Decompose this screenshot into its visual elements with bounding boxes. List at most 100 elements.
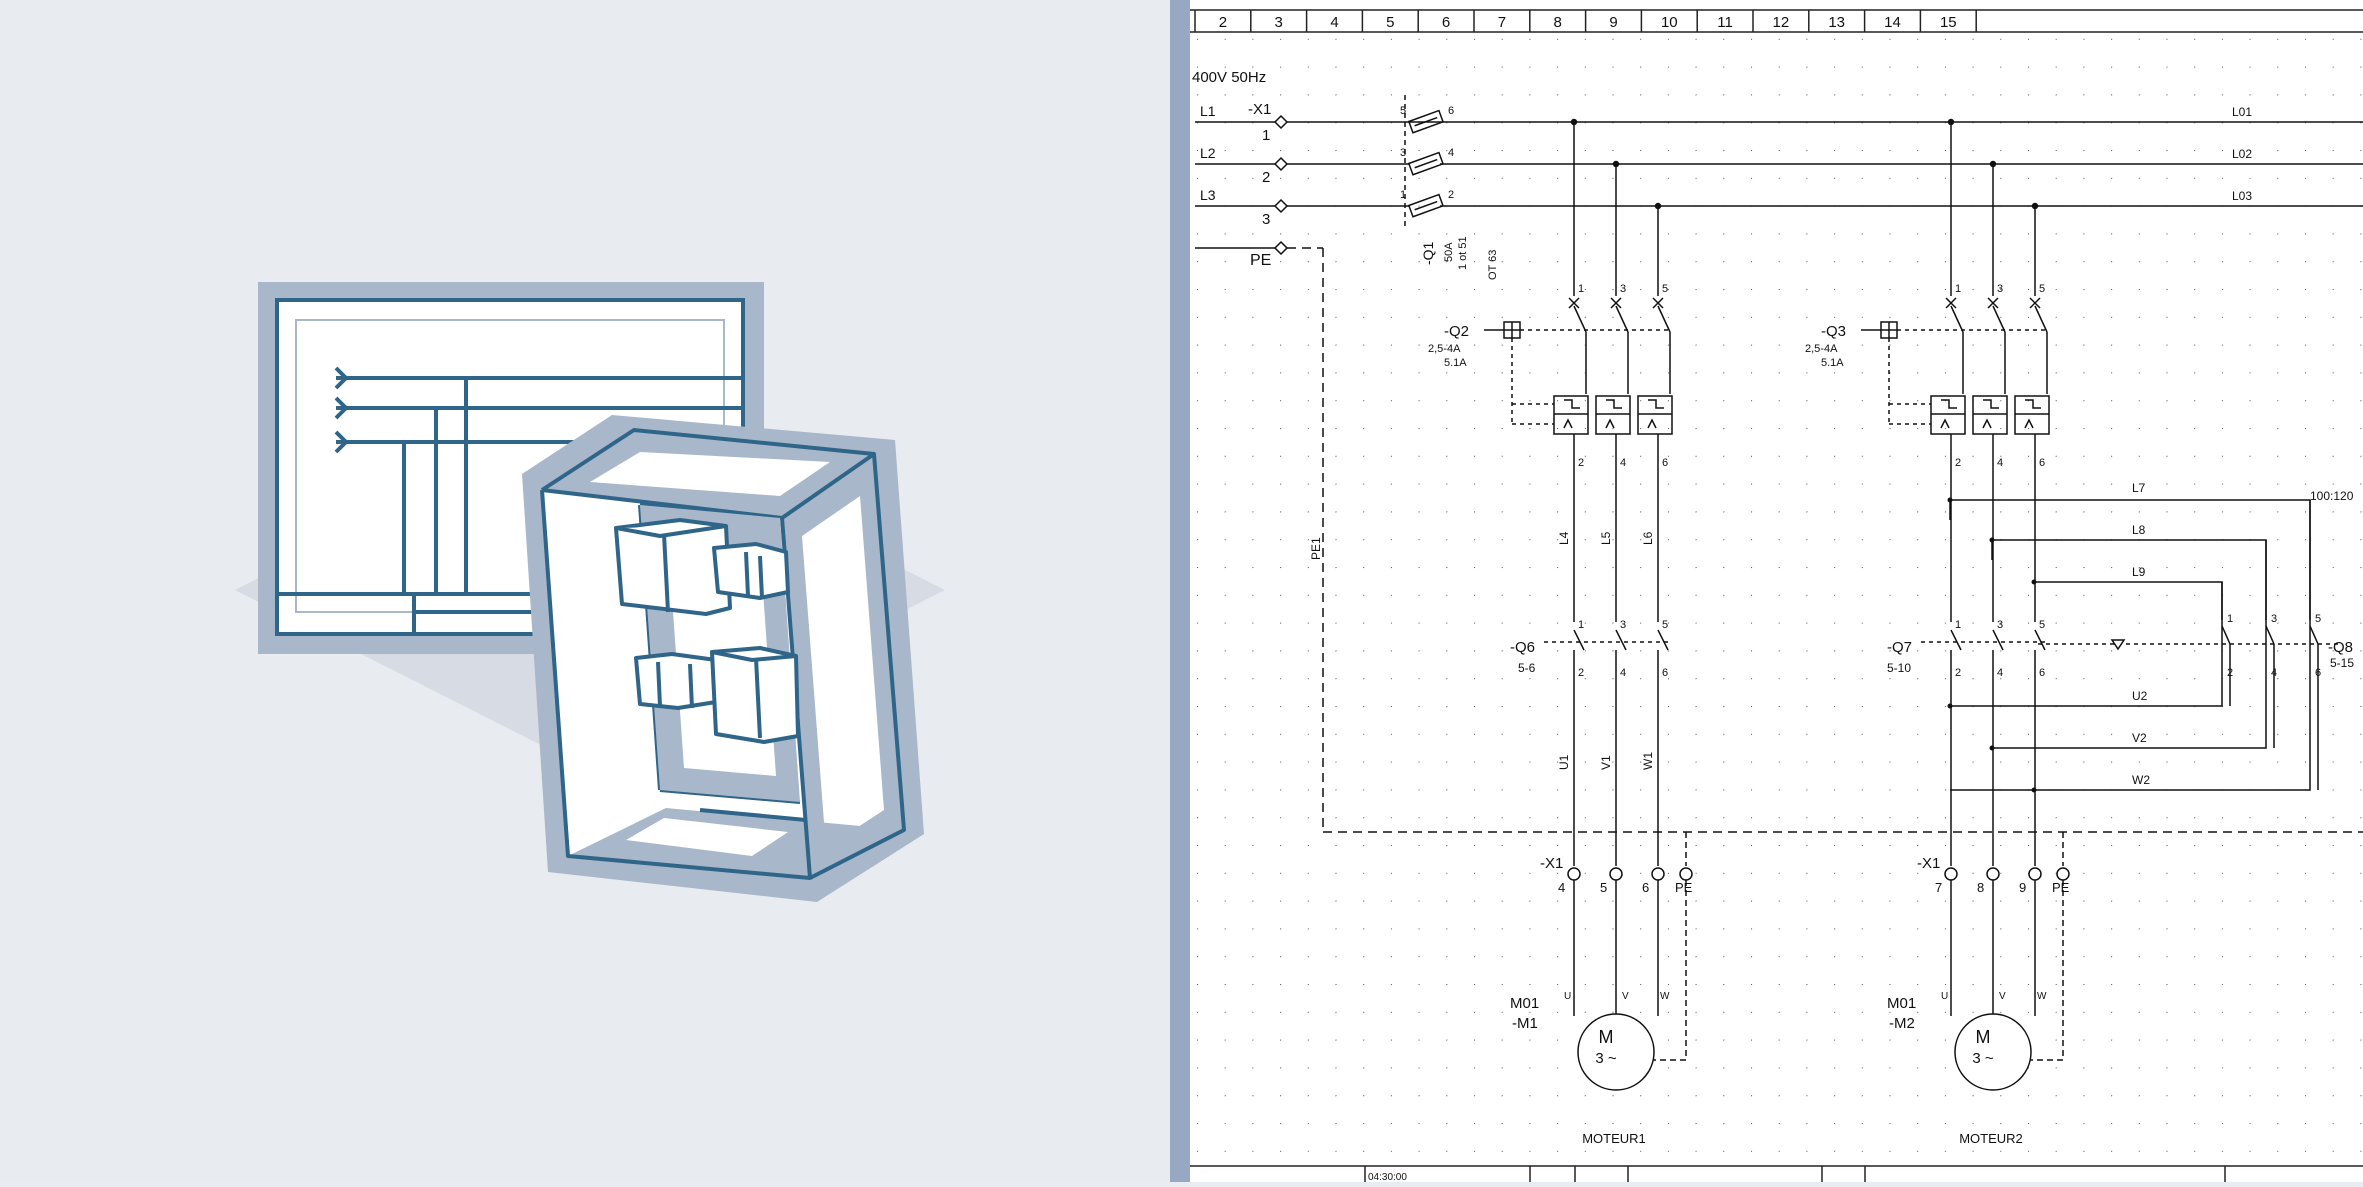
svg-text:5: 5 <box>1600 880 1607 895</box>
column-number: 8 <box>1554 14 1562 31</box>
bus-label-l03: L03 <box>2232 189 2252 203</box>
contactor-pin-top: 3 <box>1997 619 2003 631</box>
column-number: 14 <box>1884 14 1901 31</box>
wire-u2: U2 <box>2132 689 2148 703</box>
pe-wire-label: PE1 <box>1309 537 1323 560</box>
line-label-l2: L2 <box>1200 145 1216 161</box>
column-number: 13 <box>1828 14 1845 31</box>
terminal-x1-2: 2 <box>1262 169 1270 186</box>
svg-text:W: W <box>2037 991 2047 1002</box>
breaker-pin-bottom: 2 <box>1578 457 1584 469</box>
q8-tag: -Q8 <box>2328 639 2353 656</box>
wire-l5: L5 <box>1599 531 1613 545</box>
m2-ref: M01 <box>1887 995 1916 1012</box>
svg-text:6: 6 <box>2315 667 2321 679</box>
svg-text:6: 6 <box>1642 880 1649 895</box>
q1-pin-5: 5 <box>1400 105 1406 117</box>
q1-pin-3: 3 <box>1400 147 1406 159</box>
column-number: 4 <box>1330 14 1338 31</box>
svg-text:V: V <box>1622 991 1629 1002</box>
title-block-strip <box>1190 1165 2363 1182</box>
svg-text:2: 2 <box>2227 667 2233 679</box>
schematic-diagram: 2 3 4 5 6 7 8 9 10 11 12 13 14 15 04:30:00 400V 50Hz … <box>1190 9 2363 1183</box>
breaker-pin-top: 1 <box>1578 283 1584 295</box>
breaker-pin-top: 3 <box>1620 283 1626 295</box>
q3-range: 2,5-4A <box>1805 343 1838 355</box>
x1-m1-tag: -X1 <box>1540 855 1563 872</box>
output-u1: U1 <box>1557 754 1571 770</box>
wire-l6: L6 <box>1641 531 1655 545</box>
contactor-pin-bottom: 2 <box>1955 667 1961 679</box>
supply-label: 400V 50Hz <box>1192 69 1266 86</box>
breaker-pin-bottom: 6 <box>2039 457 2045 469</box>
line-label-l1: L1 <box>1200 103 1216 119</box>
cabinet-schematic-icon <box>235 282 945 902</box>
q1-poles: 1 ot 51 <box>1457 236 1469 270</box>
column-number: 7 <box>1498 14 1506 31</box>
x1-m2-tag: -X1 <box>1917 855 1940 872</box>
terminal-x1-1: 1 <box>1262 127 1270 144</box>
m1-phase: 3 ~ <box>1595 1050 1617 1067</box>
contactor-pin-top: 5 <box>1662 619 1668 631</box>
column-number: 6 <box>1442 14 1450 31</box>
breaker-pin-top: 5 <box>1662 283 1668 295</box>
contactor-pin-bottom: 6 <box>1662 667 1668 679</box>
q1-pin-4: 4 <box>1448 147 1454 159</box>
line-label-l3: L3 <box>1200 187 1216 203</box>
wire-l8: L8 <box>2132 523 2146 537</box>
column-number: 3 <box>1275 14 1283 31</box>
svg-text:7: 7 <box>1935 880 1942 895</box>
bus-label-l01: L01 <box>2232 105 2252 119</box>
contactor-pin-bottom: 2 <box>1578 667 1584 679</box>
svg-text:3: 3 <box>2271 613 2277 625</box>
m1-name: MOTEUR1 <box>1582 1131 1646 1146</box>
q2-tag: -Q2 <box>1444 323 1469 340</box>
breaker-pin-top: 1 <box>1955 283 1961 295</box>
q8-ref: 5-15 <box>2330 656 2354 670</box>
contactor-pin-bottom: 6 <box>2039 667 2045 679</box>
m2-symbol: M <box>1976 1027 1991 1047</box>
column-number: 2 <box>1219 14 1227 31</box>
wire-l7: L7 <box>2132 481 2146 495</box>
output-v1: V1 <box>1599 755 1613 770</box>
q3-setting: 5.1A <box>1821 357 1844 369</box>
svg-text:8: 8 <box>1977 880 1984 895</box>
delta-ref: 100:120 <box>2310 489 2354 503</box>
svg-text:U: U <box>1941 991 1948 1002</box>
q1-rating: 50A <box>1443 242 1455 262</box>
svg-text:U: U <box>1564 991 1571 1002</box>
svg-text:1: 1 <box>2227 613 2233 625</box>
breaker-pin-top: 3 <box>1997 283 2003 295</box>
svg-text:4: 4 <box>1558 880 1565 895</box>
q1-tag: -Q1 <box>1420 241 1436 265</box>
terminal-x1-tag: -X1 <box>1248 101 1271 118</box>
m2-phase: 3 ~ <box>1972 1050 1994 1067</box>
line-label-pe: PE <box>1250 252 1271 269</box>
column-numbers: 2 3 4 5 6 7 8 9 10 11 12 13 14 15 <box>1219 14 1957 31</box>
breaker-pin-top: 5 <box>2039 283 2045 295</box>
q2-range: 2,5-4A <box>1428 343 1461 355</box>
q2-setting: 5.1A <box>1444 357 1467 369</box>
column-number: 9 <box>1609 14 1617 31</box>
bus-label-l02: L02 <box>2232 147 2252 161</box>
terminal-x1-3: 3 <box>1262 211 1270 228</box>
contactor-pin-bottom: 4 <box>1997 667 2003 679</box>
output-w1: W1 <box>1641 752 1655 770</box>
breaker-pin-bottom: 4 <box>1620 457 1626 469</box>
svg-text:9: 9 <box>2019 880 2026 895</box>
breaker-pin-bottom: 2 <box>1955 457 1961 469</box>
q7-tag: -Q7 <box>1887 639 1912 656</box>
contactor-pin-top: 3 <box>1620 619 1626 631</box>
q6-ref: 5-6 <box>1518 661 1536 675</box>
q1-type: OT 63 <box>1487 250 1499 280</box>
wire-w2: W2 <box>2132 773 2150 787</box>
column-number: 12 <box>1773 14 1790 31</box>
contactor-pin-top: 1 <box>1578 619 1584 631</box>
wire-l4: L4 <box>1557 531 1571 545</box>
illustration-panel <box>0 0 1170 1182</box>
m1-ref: M01 <box>1510 995 1539 1012</box>
wire-v2: V2 <box>2132 731 2147 745</box>
cabinet-icon <box>522 415 924 902</box>
q1-pin-1: 1 <box>1400 189 1406 201</box>
q7-ref: 5-10 <box>1887 661 1911 675</box>
